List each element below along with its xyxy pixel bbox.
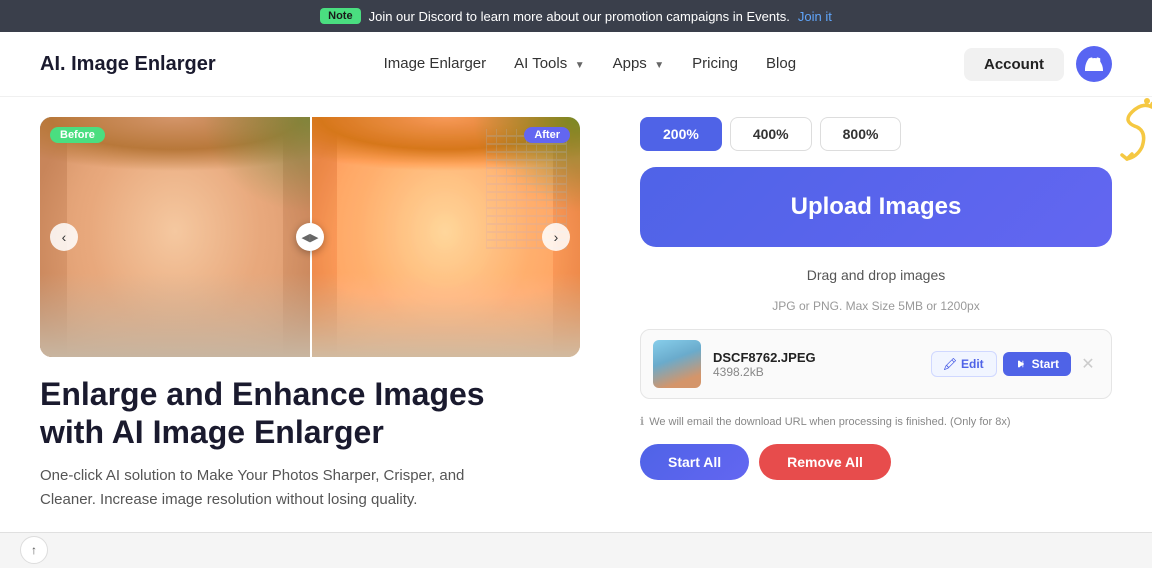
right-panel: 200% 400% 800% Upload Images Drag and dr… [620,117,1112,512]
start-file-button[interactable]: Start [1003,352,1071,376]
next-image-button[interactable]: › [542,223,570,251]
scroll-up-button[interactable]: ↑ [20,536,48,564]
discord-button[interactable] [1076,46,1112,82]
file-hint-text: JPG or PNG. Max Size 5MB or 1200px [640,299,1112,313]
info-icon: ℹ [640,415,644,428]
top-banner: Note Join our Discord to learn more abou… [0,0,1152,32]
nav-item-image-enlarger[interactable]: Image Enlarger [384,55,487,73]
start-icon [1015,358,1027,370]
edit-icon [944,358,956,370]
note-badge: Note [320,8,360,24]
bottom-bar: ↑ [0,532,1152,568]
left-panel: Before After ◀▶ [40,117,620,512]
nav-item-ai-tools[interactable]: AI Tools ▼ [514,55,584,73]
upload-images-button[interactable]: Upload Images [640,167,1112,247]
banner-link[interactable]: Join it [798,9,832,24]
nav-right: Account [964,46,1112,82]
nav-item-pricing[interactable]: Pricing [692,55,738,73]
nav-links: Image Enlarger AI Tools ▼ Apps ▼ Pricing… [384,55,796,73]
remove-all-button[interactable]: Remove All [759,444,891,480]
action-row: Start All Remove All [640,444,1112,480]
image-comparison: Before After ◀▶ [40,117,580,357]
main-content: Before After ◀▶ [0,97,1152,532]
nav-item-blog[interactable]: Blog [766,55,796,73]
after-image [310,117,580,357]
scale-row: 200% 400% 800% [640,117,901,151]
scale-arrow-wrapper: 200% 400% 800% [640,117,1112,151]
scale-800-button[interactable]: 800% [820,117,902,151]
file-thumbnail [653,340,701,388]
navbar: AI. Image Enlarger Image Enlarger AI Too… [0,32,1152,97]
drag-drop-text: Drag and drop images [640,267,1112,283]
edit-file-button[interactable]: Edit [931,351,997,377]
file-item: DSCF8762.JPEG 4398.2kB Edit Start ✕ [640,329,1112,399]
nav-item-apps[interactable]: Apps ▼ [613,55,665,73]
comparison-handle[interactable]: ◀▶ [296,223,324,251]
account-button[interactable]: Account [964,48,1064,81]
file-info: DSCF8762.JPEG 4398.2kB [713,350,919,379]
email-notice-text: We will email the download URL when proc… [649,416,1010,428]
edit-label: Edit [961,357,984,371]
scale-200-button[interactable]: 200% [640,117,722,151]
hero-subtitle: One-click AI solution to Make Your Photo… [40,464,480,512]
discord-icon [1085,57,1103,71]
scale-400-button[interactable]: 400% [730,117,812,151]
before-image [40,117,310,357]
email-notice: ℹ We will email the download URL when pr… [640,415,1112,428]
upload-section: Upload Images [640,167,1112,247]
file-size: 4398.2kB [713,365,919,379]
file-actions: Edit Start ✕ [931,351,1099,377]
file-thumb-inner [653,340,701,388]
banner-message: Join our Discord to learn more about our… [369,9,790,24]
ai-tools-dropdown-arrow: ▼ [575,60,585,71]
after-badge: After [524,127,570,143]
start-label: Start [1032,357,1059,371]
arrow-decoration [1082,97,1152,167]
hero-title: Enlarge and Enhance Images with AI Image… [40,375,500,452]
file-name: DSCF8762.JPEG [713,350,919,365]
prev-image-button[interactable]: ‹ [50,223,78,251]
nav-logo: AI. Image Enlarger [40,53,216,76]
start-all-button[interactable]: Start All [640,444,749,480]
before-badge: Before [50,127,105,143]
remove-file-button[interactable]: ✕ [1077,353,1099,375]
apps-dropdown-arrow: ▼ [654,60,664,71]
